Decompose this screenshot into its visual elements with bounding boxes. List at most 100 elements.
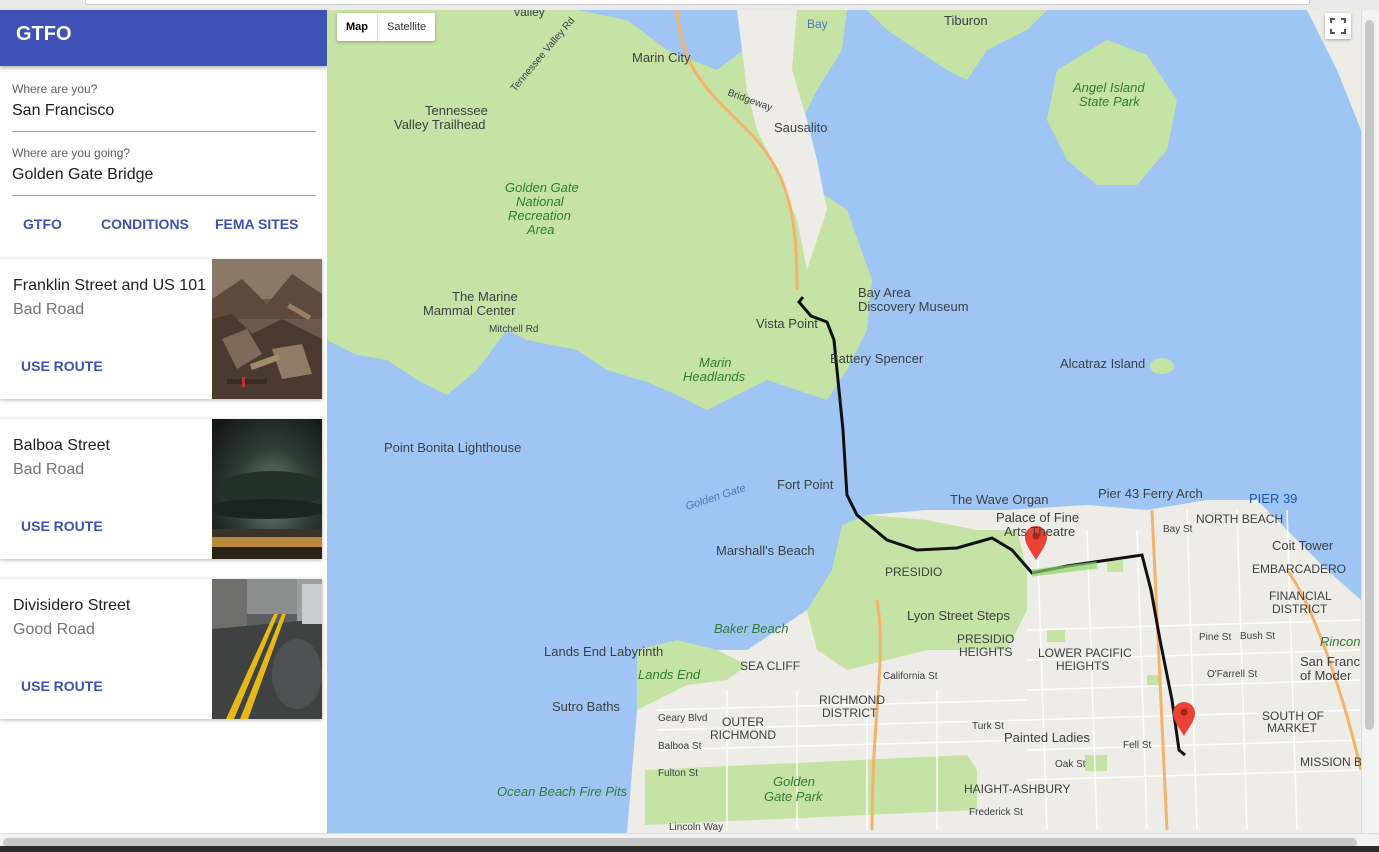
map-type-control: Map Satellite [337, 13, 436, 41]
map-label: Sausalito [774, 120, 827, 135]
window-bottom-edge [0, 846, 1379, 852]
map-label: Marin [699, 355, 732, 370]
map-label: San Franc [1300, 654, 1360, 669]
map-label: Bay [807, 17, 828, 31]
street-label: Geary Blvd [658, 713, 707, 724]
map-label: Headlands [683, 369, 746, 384]
map-label: PIER 39 [1249, 491, 1297, 506]
vertical-scroll-thumb[interactable] [1365, 20, 1374, 730]
street-label: Balboa St [658, 741, 702, 752]
alcatraz-island [1150, 358, 1174, 374]
route-status: Bad Road [13, 461, 85, 478]
map-label: National [516, 194, 565, 209]
map-label: Vista Point [756, 316, 818, 331]
map-label: NORTH BEACH [1196, 512, 1283, 526]
route-map[interactable]: Valley Tiburon Bay Angel Island State Pa… [327, 10, 1361, 833]
map-label: FINANCIAL [1269, 589, 1332, 603]
storm-cloud-image [212, 419, 322, 559]
map-label: HEIGHTS [959, 645, 1012, 659]
street-label: Fell St [1123, 740, 1152, 751]
origin-input[interactable] [12, 102, 312, 120]
browser-top-strip [0, 0, 1379, 10]
map-label: LOWER PACIFIC [1038, 646, 1132, 660]
street-label: Oak St [1055, 759, 1086, 770]
map-label: Recreation [508, 208, 571, 223]
origin-field[interactable]: Where are you? [12, 82, 316, 132]
map-label: PRESIDIO [957, 632, 1014, 646]
map-type-satellite-button[interactable]: Satellite [378, 13, 435, 41]
street-label: Frederick St [969, 807, 1023, 818]
map-label: Golden [773, 774, 815, 789]
gtfo-app: GTFO Where are you? Where are you going?… [0, 0, 1379, 852]
origin-label: Where are you? [12, 82, 98, 96]
map-label: HAIGHT-ASHBURY [964, 782, 1070, 796]
map-label: Mammal Center [423, 303, 516, 318]
map-label: The Wave Organ [950, 492, 1049, 507]
map-label: The Marine [452, 289, 518, 304]
tab-bar: GTFO CONDITIONS FEMA SITES [0, 206, 327, 244]
map-label: Arts Theatre [1004, 524, 1075, 539]
street-label: Fulton St [658, 768, 698, 779]
destination-field[interactable]: Where are you going? [12, 146, 316, 196]
map-label: Valley Trailhead [394, 117, 486, 132]
route-title: Divisidero Street [13, 597, 131, 614]
map-label: Golden Gate [505, 180, 579, 195]
map-label: Bay Area [858, 285, 912, 300]
fullscreen-icon [1330, 18, 1346, 34]
map-label: Golden Gate [684, 482, 747, 513]
map-label: Marin City [632, 50, 691, 65]
tab-fema-sites[interactable]: FEMA SITES [215, 216, 299, 232]
destination-input[interactable] [12, 166, 312, 184]
route-card: Balboa Street Bad Road USE ROUTE [0, 419, 322, 559]
map-label: Lands End [638, 667, 701, 682]
use-route-button[interactable]: USE ROUTE [21, 518, 103, 534]
map-label: DISTRICT [1272, 602, 1328, 616]
use-route-button[interactable]: USE ROUTE [21, 678, 103, 694]
earthquake-rubble-image [212, 259, 322, 399]
app-bar: GTFO [0, 10, 327, 66]
map-label: Valley [513, 10, 545, 19]
map-label: EMBARCADERO [1252, 562, 1346, 576]
use-route-button[interactable]: USE ROUTE [21, 358, 103, 374]
map-canvas[interactable]: Valley Tiburon Bay Angel Island State Pa… [327, 10, 1361, 833]
small-park [1107, 560, 1123, 572]
map-label: Pier 43 Ferry Arch [1098, 486, 1203, 501]
map-label: RICHMOND [710, 728, 776, 742]
map-label: Fort Point [777, 477, 834, 492]
street-label: Bay St [1163, 524, 1193, 535]
map-label: State Park [1079, 94, 1141, 109]
map-type-map-button[interactable]: Map [337, 13, 378, 41]
map-label: Gate Park [764, 789, 824, 804]
route-card: Divisidero Street Good Road USE ROUTE [0, 579, 322, 719]
tab-conditions[interactable]: CONDITIONS [101, 216, 189, 232]
route-card: Franklin Street and US 101 Bad Road USE … [0, 259, 322, 399]
vertical-scrollbar[interactable] [1361, 10, 1379, 833]
map-label: Palace of Fine [996, 510, 1079, 525]
map-label: Lyon Street Steps [907, 608, 1010, 623]
sidebar-panel: GTFO Where are you? Where are you going?… [0, 10, 327, 833]
map-label: Sutro Baths [552, 699, 620, 714]
angel-island [1047, 40, 1177, 185]
fullscreen-button[interactable] [1325, 13, 1351, 39]
map-label: of Moder [1300, 668, 1352, 683]
address-bar[interactable] [85, 0, 1310, 5]
map-label: Discovery Museum [858, 299, 969, 314]
tab-gtfo[interactable]: GTFO [23, 216, 62, 232]
destination-label: Where are you going? [12, 146, 131, 160]
map-label: OUTER [722, 715, 764, 729]
small-park [1047, 630, 1065, 642]
map-label: MISSION B [1300, 755, 1361, 769]
map-label: Tiburon [944, 13, 988, 28]
map-label: PRESIDIO [885, 565, 942, 579]
map-label: Alcatraz Island [1060, 356, 1145, 371]
map-label: Ocean Beach Fire Pits [497, 784, 628, 799]
map-label: Painted Ladies [1004, 730, 1091, 745]
small-park [1085, 755, 1107, 771]
street-label: Pine St [1199, 632, 1231, 643]
map-label: Battery Spencer [830, 351, 924, 366]
street-label: Lincoln Way [669, 822, 723, 833]
map-label: MARKET [1267, 721, 1318, 735]
map-label: HEIGHTS [1056, 659, 1109, 673]
map-label: Angel Island [1072, 80, 1145, 95]
map-label: Coit Tower [1272, 538, 1334, 553]
